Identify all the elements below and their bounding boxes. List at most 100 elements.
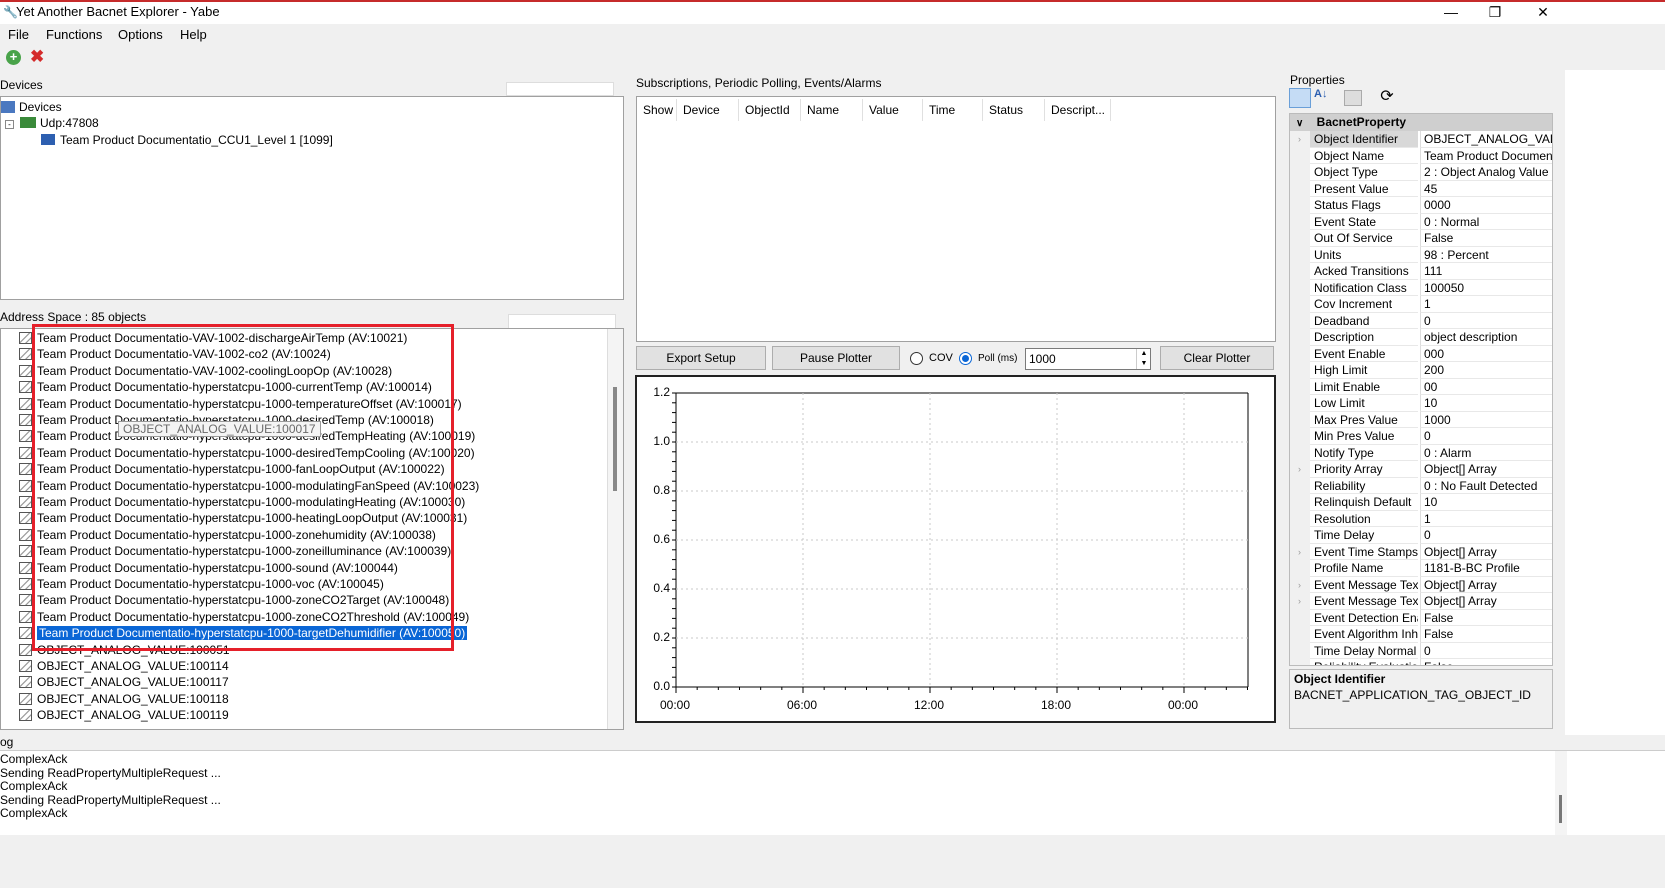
property-row[interactable]: High Limit 200 — [1290, 362, 1552, 379]
property-value[interactable]: 2 : Object Analog Value — [1420, 164, 1552, 181]
property-grid: ∨ BacnetProperty › Object Identifier OBJEC… — [1289, 113, 1553, 666]
property-value[interactable]: False — [1420, 626, 1552, 643]
property-value[interactable]: 0 — [1420, 642, 1552, 659]
property-row[interactable]: Event Algorithm InhibiFalse — [1290, 626, 1552, 643]
property-name: Relinquish Default — [1310, 494, 1418, 511]
property-value[interactable]: 0 : Alarm — [1420, 444, 1552, 461]
property-name: Present Value — [1310, 181, 1418, 197]
property-row[interactable]: Description object description — [1290, 329, 1552, 346]
property-value[interactable]: object description — [1420, 329, 1552, 346]
property-row[interactable]: Max Pres Value 1000 — [1290, 411, 1552, 428]
log-line: ComplexAck — [0, 806, 68, 820]
property-row[interactable]: Min Pres Value 0 — [1290, 428, 1552, 445]
expand-icon[interactable]: › — [1298, 131, 1301, 147]
property-value[interactable]: 0 — [1420, 428, 1552, 445]
property-row[interactable]: Reliability Evaluation IFalse — [1290, 659, 1552, 665]
property-row[interactable]: Notification Class 100050 — [1290, 279, 1552, 296]
property-name: Event State — [1310, 214, 1418, 230]
y-tick-label: 1.0 — [653, 434, 670, 448]
property-row[interactable]: Deadband 0 — [1290, 312, 1552, 329]
property-name: Acked Transitions — [1310, 263, 1418, 280]
property-name: Reliability — [1310, 478, 1418, 494]
property-name: Deadband — [1310, 313, 1418, 329]
property-row[interactable]: Low Limit 10 — [1290, 395, 1552, 412]
property-row[interactable]: Status Flags 0000 — [1290, 197, 1552, 214]
property-value[interactable]: 10 — [1420, 395, 1552, 412]
property-row[interactable]: Object Type 2 : Object Analog Value — [1290, 164, 1552, 181]
property-value[interactable]: 200 — [1420, 362, 1552, 379]
property-name: Profile Name — [1310, 560, 1418, 577]
property-row[interactable]: Resolution 1 — [1290, 510, 1552, 527]
property-category[interactable]: ∨ BacnetProperty — [1290, 114, 1552, 131]
property-value[interactable]: False — [1420, 230, 1552, 247]
property-value[interactable]: False — [1420, 659, 1552, 665]
property-value[interactable]: 100050 — [1420, 279, 1552, 296]
property-value[interactable]: 1 — [1420, 510, 1552, 527]
expand-icon[interactable]: › — [1298, 577, 1301, 593]
property-value[interactable]: 0 : Normal — [1420, 213, 1552, 230]
property-row[interactable]: Acked Transitions 111 — [1290, 263, 1552, 280]
categorized-view-icon[interactable] — [1289, 88, 1311, 108]
y-tick-label: 0.8 — [653, 483, 670, 497]
expand-icon[interactable]: › — [1298, 461, 1301, 477]
property-value[interactable]: 111 — [1420, 263, 1552, 280]
alphabetical-sort-icon[interactable]: A↓ — [1314, 88, 1336, 108]
refresh-icon[interactable]: ⟳ — [1377, 87, 1397, 107]
property-row[interactable]: Event Detection Enat False — [1290, 609, 1552, 626]
property-value[interactable]: Team Product Documenta — [1420, 147, 1552, 164]
property-row[interactable]: Event State 0 : Normal — [1290, 213, 1552, 230]
property-row[interactable]: Reliability 0 : No Fault Detected — [1290, 477, 1552, 494]
status-strip — [0, 835, 1665, 888]
property-row[interactable]: › Object Identifier OBJECT_ANALOG_VALU — [1290, 131, 1552, 148]
property-value[interactable]: 0000 — [1420, 197, 1552, 214]
property-value[interactable]: 000 — [1420, 345, 1552, 362]
property-name: Low Limit — [1310, 395, 1418, 412]
property-row[interactable]: Time Delay 0 — [1290, 527, 1552, 544]
expand-icon[interactable]: › — [1298, 544, 1301, 560]
property-row[interactable]: Out Of Service False — [1290, 230, 1552, 247]
property-row[interactable]: Object Name Team Product Documenta — [1290, 147, 1552, 164]
property-row[interactable]: › Event Message Texts Object[] Array — [1290, 593, 1552, 610]
property-value[interactable]: Object[] Array — [1420, 593, 1552, 610]
property-value[interactable]: 0 — [1420, 312, 1552, 329]
property-name: Reliability Evaluation I — [1310, 659, 1418, 665]
property-row[interactable]: Time Delay Normal 0 — [1290, 642, 1552, 659]
property-value[interactable]: 45 — [1420, 180, 1552, 197]
log-line: Sending ReadPropertyMultipleRequest ... — [0, 765, 221, 780]
property-row[interactable]: Present Value 45 — [1290, 180, 1552, 197]
property-value[interactable]: 1000 — [1420, 411, 1552, 428]
expand-icon[interactable]: › — [1298, 593, 1301, 609]
log-line: Sending ReadPropertyMultipleRequest ... — [0, 792, 221, 807]
property-pages-icon[interactable] — [1344, 90, 1362, 106]
property-value[interactable]: 0 : No Fault Detected — [1420, 477, 1552, 494]
log-line: ComplexAck — [0, 752, 68, 766]
property-value[interactable]: 1181-B-BC Profile — [1420, 560, 1552, 577]
property-value[interactable]: Object[] Array — [1420, 543, 1552, 560]
property-row[interactable]: › Event Time Stamps Object[] Array — [1290, 543, 1552, 560]
log-scrollbar[interactable] — [1555, 751, 1567, 835]
property-row[interactable]: Event Enable 000 — [1290, 345, 1552, 362]
property-value[interactable]: 0 — [1420, 527, 1552, 544]
property-value[interactable]: Object[] Array — [1420, 461, 1552, 478]
category-label: BacnetProperty — [1316, 115, 1407, 129]
property-row[interactable]: › Event Message Texts Object[] Array — [1290, 576, 1552, 593]
log-scrollbar-thumb[interactable] — [1559, 795, 1562, 823]
x-tick-label: 00:00 — [1168, 698, 1199, 712]
property-value[interactable]: OBJECT_ANALOG_VALU — [1420, 131, 1552, 148]
property-name: High Limit — [1310, 362, 1418, 379]
property-row[interactable]: Profile Name 1181-B-BC Profile — [1290, 560, 1552, 577]
property-row[interactable]: Limit Enable 00 — [1290, 378, 1552, 395]
property-value[interactable]: False — [1420, 609, 1552, 626]
property-row[interactable]: › Priority Array Object[] Array — [1290, 461, 1552, 478]
property-value[interactable]: 1 — [1420, 296, 1552, 313]
property-row[interactable]: Relinquish Default 10 — [1290, 494, 1552, 511]
property-value[interactable]: 10 — [1420, 494, 1552, 511]
property-value[interactable]: 98 : Percent — [1420, 246, 1552, 263]
property-row[interactable]: Units 98 : Percent — [1290, 246, 1552, 263]
property-row[interactable]: Notify Type 0 : Alarm — [1290, 444, 1552, 461]
property-name: Event Algorithm Inhibi — [1310, 626, 1418, 643]
property-row[interactable]: Cov Increment 1 — [1290, 296, 1552, 313]
property-value[interactable]: 00 — [1420, 378, 1552, 395]
category-collapse-icon[interactable]: ∨ — [1296, 118, 1303, 129]
property-value[interactable]: Object[] Array — [1420, 576, 1552, 593]
